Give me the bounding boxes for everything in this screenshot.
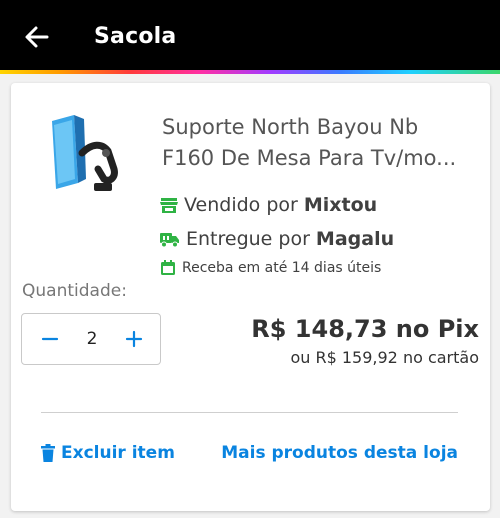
page-title: Sacola: [94, 24, 177, 49]
delivery-estimate-row: Receba em até 14 dias úteis: [160, 260, 381, 276]
card-price: ou R$ 159,92 no cartão: [290, 348, 479, 367]
seller-name: Mixtou: [303, 194, 378, 216]
quantity-value: 2: [86, 329, 98, 349]
back-button[interactable]: [22, 22, 52, 52]
rainbow-divider: [0, 70, 500, 74]
remove-item-label: Excluir item: [61, 443, 175, 463]
store-icon: [160, 198, 178, 213]
seller-row: Vendido por Mixtou: [160, 194, 377, 216]
seller-prefix: Vendido por: [184, 194, 298, 216]
divider: [41, 412, 458, 413]
truck-icon: [160, 232, 179, 247]
arrow-left-icon: [25, 26, 49, 48]
delivery-name: Magalu: [315, 228, 395, 250]
trash-icon: [41, 444, 55, 462]
delivery-estimate: Receba em até 14 dias úteis: [182, 260, 382, 276]
quantity-stepper[interactable]: 2: [21, 313, 161, 365]
product-name-line-2: F160 De Mesa Para Tv/mo...: [162, 146, 457, 170]
quantity-label: Quantidade:: [22, 281, 127, 301]
plus-icon: [125, 330, 143, 348]
decrement-button[interactable]: [38, 327, 62, 351]
product-image[interactable]: [48, 113, 132, 199]
minus-icon: [41, 337, 59, 341]
product-name-line-1: Suporte North Bayou Nb: [162, 115, 419, 139]
product-name[interactable]: Suporte North Bayou Nb F160 De Mesa Para…: [162, 112, 482, 174]
calendar-icon: [161, 260, 175, 275]
monitor-arm-image: [52, 115, 118, 191]
pix-price: R$ 148,73 no Pix: [251, 315, 479, 343]
top-app-bar: Sacola: [0, 0, 500, 70]
more-products-link[interactable]: Mais produtos desta loja: [221, 443, 458, 463]
delivery-row: Entregue por Magalu: [160, 228, 394, 250]
delivery-prefix: Entregue por: [186, 228, 310, 250]
increment-button[interactable]: [122, 327, 146, 351]
remove-item-button[interactable]: Excluir item: [41, 443, 175, 463]
